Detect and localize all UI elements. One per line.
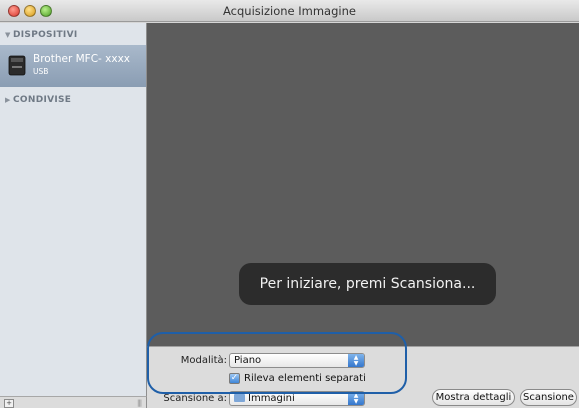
scan-to-label: Scansione a: [163,393,227,404]
sidebar: ▼ DISPOSITIVI Brother MFC- xxxx USB ▶ COND… [0,23,147,396]
disclosure-open-icon[interactable]: ▼ [5,31,13,39]
devices-section-header[interactable]: ▼ DISPOSITIVI [5,30,77,40]
title-bar: Acquisizione Immagine [0,0,579,22]
window-title: Acquisizione Immagine [223,4,356,18]
mode-popup[interactable]: Piano ▲ ▼ [229,353,365,368]
detect-separate-checkbox[interactable]: ✓ [229,373,240,384]
folder-icon [234,394,245,402]
mode-label: Modalità: [180,355,227,366]
show-details-button[interactable]: Mostra dettagli [432,389,515,406]
scan-hint: Per iniziare, premi Scansiona... [239,263,496,305]
disclosure-closed-icon[interactable]: ▶ [5,96,13,104]
add-icon[interactable]: + [4,399,14,408]
scan-to-value: Immagini [248,393,295,404]
device-connection: USB [33,67,49,76]
detect-separate-label: Rileva elementi separati [244,373,366,384]
scan-controls: Modalità: Piano ▲ ▼ ✓ Rileva elementi sep… [147,346,579,408]
resize-grip-icon[interactable]: ||| [137,399,142,407]
preview-area: Per iniziare, premi Scansiona... [147,23,579,346]
scan-button[interactable]: Scansione [520,389,577,406]
popup-arrows-icon: ▲ ▼ [348,392,364,405]
scanner-icon [8,55,26,76]
popup-arrows-icon: ▲ ▼ [348,354,364,367]
mode-value: Piano [234,355,262,366]
scan-to-popup[interactable]: Immagini ▲ ▼ [229,391,365,406]
image-capture-window: Acquisizione Immagine ▼ DISPOSITIVI Broth… [0,0,579,408]
device-name: Brother MFC- xxxx [33,53,131,65]
sidebar-item-device[interactable]: Brother MFC- xxxx USB [0,45,146,87]
shared-section-header[interactable]: ▶ CONDIVISE [5,95,71,105]
sidebar-footer: + ||| [0,396,147,408]
